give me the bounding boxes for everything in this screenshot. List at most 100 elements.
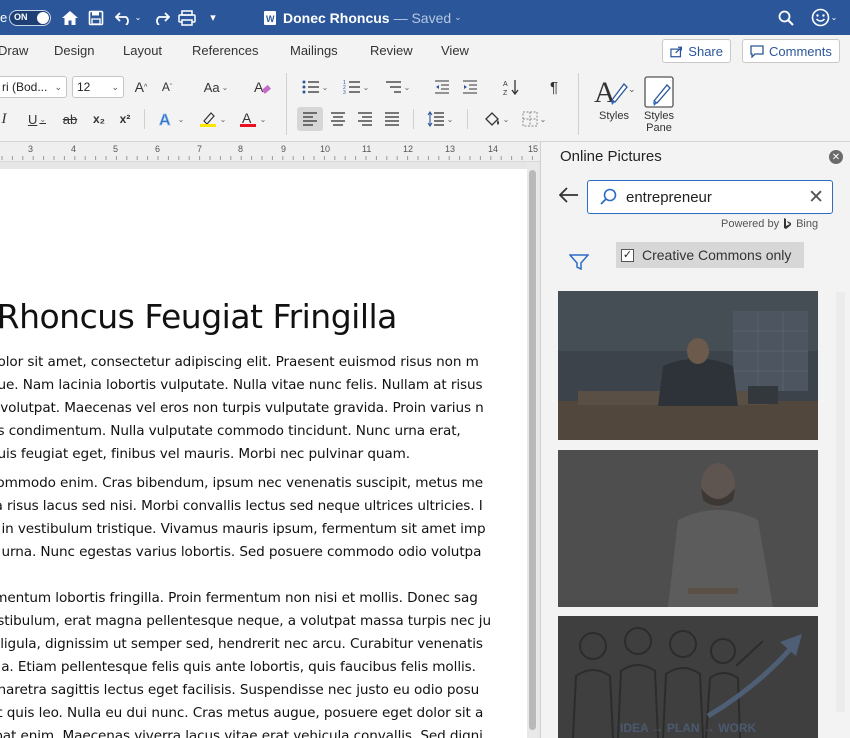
tab-references[interactable]: References <box>192 43 258 58</box>
share-icon <box>670 46 683 57</box>
text-effects-icon[interactable]: A ⌄ <box>156 108 186 130</box>
align-left-button[interactable] <box>297 107 323 131</box>
clear-formatting-icon[interactable]: A <box>252 76 272 98</box>
underline-label: U <box>27 111 38 127</box>
tab-view[interactable]: View <box>441 43 469 58</box>
filter-icon[interactable] <box>568 253 590 276</box>
shrink-font-icon[interactable]: Aˇ <box>159 77 175 97</box>
online-pictures-pane: Online Pictures ✕ ✕ Powered by Bing ✓ Cr… <box>540 142 850 738</box>
ruler-number: 11 <box>362 144 372 154</box>
print-icon[interactable] <box>176 0 198 35</box>
ruler-number: 15 <box>528 144 539 154</box>
body-text-line[interactable]: commodo enim. Cras bibendum, ipsum nec v… <box>0 475 483 491</box>
svg-text:W: W <box>266 14 275 24</box>
close-icon[interactable]: ✕ <box>829 150 843 164</box>
body-text-line[interactable]: dolor sit amet, consectetur adipiscing e… <box>0 354 479 370</box>
body-text-line[interactable]: ra risus lacus sed nisi. Morbi convallis… <box>0 498 483 514</box>
body-text-line[interactable]: us condimentum. Nulla vulputate commodo … <box>0 423 461 439</box>
ruler-number: 13 <box>445 144 456 154</box>
save-icon[interactable] <box>85 0 107 35</box>
numbering-icon[interactable]: 1 2 3 ⌄ <box>339 77 373 97</box>
tab-layout[interactable]: Layout <box>123 43 162 58</box>
body-text-line[interactable]: tpat enim. Maecenas viverra lacus vitae … <box>0 728 483 738</box>
styles-gallery-icon[interactable]: A ⌄ <box>590 71 636 113</box>
document-heading[interactable]: c Rhoncus Feugiat Fringilla <box>0 297 397 336</box>
font-color-icon[interactable]: A ⌄ <box>234 108 270 130</box>
italic-button[interactable]: I <box>0 109 10 129</box>
font-name-select[interactable]: ri (Bod... ⌄ <box>0 76 67 98</box>
autosave-label: e <box>0 10 8 25</box>
undo-icon[interactable]: ⌄ <box>111 0 145 35</box>
image-search-input[interactable] <box>626 189 796 206</box>
back-arrow-icon[interactable] <box>558 186 579 209</box>
tab-review[interactable]: Review <box>370 43 413 58</box>
borders-icon[interactable]: ⌄ <box>516 108 552 130</box>
styles-pane-icon[interactable] <box>641 73 677 111</box>
tab-draw[interactable]: Draw <box>0 43 28 58</box>
creative-commons-checkbox[interactable]: ✓ <box>621 248 634 262</box>
body-text-line[interactable]: s ligula, dignissim ut semper sed, hendr… <box>0 636 483 652</box>
redo-icon[interactable] <box>150 0 172 35</box>
customize-toolbar-icon[interactable]: ▾ <box>202 0 224 35</box>
ruler-number: 4 <box>71 144 77 154</box>
horizontal-ruler[interactable]: 3 4 5 6 7 8 9 10 11 12 13 14 15 <box>0 142 540 162</box>
body-text-line[interactable]: quis feugiat eget, finibus vel mauris. M… <box>0 446 410 462</box>
scrollbar-thumb[interactable] <box>529 170 536 730</box>
svg-text:⌄: ⌄ <box>628 84 634 94</box>
body-text-line[interactable]: rmentum lobortis fringilla. Proin fermen… <box>0 590 478 606</box>
share-button[interactable]: Share <box>662 39 731 63</box>
shading-icon[interactable]: ⌄ <box>478 108 514 130</box>
change-case-button[interactable]: Aa ⌄ <box>198 77 234 97</box>
body-text-line[interactable]: a urna. Nunc egestas varius lobortis. Se… <box>0 544 481 560</box>
align-center-button[interactable] <box>326 107 350 131</box>
image-search-box[interactable]: ✕ <box>587 180 833 214</box>
ribbon-tabs: Draw Design Layout References Mailings R… <box>0 35 850 65</box>
bullets-icon[interactable]: ⌄ <box>298 77 332 97</box>
strikethrough-button[interactable]: ab <box>60 109 80 129</box>
image-result-thumbnail[interactable] <box>558 450 818 607</box>
sort-icon[interactable]: AZ <box>500 76 522 98</box>
svg-text:A: A <box>242 110 252 126</box>
title-bar: e ON ⌄ ▾ W Donec Rhoncus — Saved ⌄ ⌄ <box>0 0 850 35</box>
image-result-thumbnail[interactable]: IDEA → PLAN → WORK <box>558 616 818 738</box>
grow-font-icon[interactable]: A ^ <box>133 77 149 97</box>
creative-commons-filter[interactable]: ✓ Creative Commons only <box>616 242 804 268</box>
search-icon <box>600 188 617 205</box>
body-text-line[interactable]: s volutpat. Maecenas vel eros non turpis… <box>0 400 484 416</box>
autosave-toggle[interactable]: ON <box>9 10 51 26</box>
svg-text:A: A <box>159 112 171 128</box>
image-result-thumbnail[interactable] <box>558 291 818 440</box>
pane-scrollbar[interactable] <box>836 292 845 712</box>
toggle-knob <box>37 12 49 24</box>
body-text-line[interactable]: estibulum, erat magna pellentesque neque… <box>0 613 491 629</box>
increase-indent-icon[interactable] <box>460 77 480 97</box>
body-text-line[interactable]: gue. Nam lacinia lobortis vulputate. Nul… <box>0 377 483 393</box>
tab-mailings[interactable]: Mailings <box>290 43 338 58</box>
feedback-smiley-icon[interactable]: ⌄ <box>808 0 840 35</box>
show-formatting-icon[interactable]: ¶ <box>544 76 564 98</box>
multilevel-list-icon[interactable]: ⌄ <box>380 77 414 97</box>
speaker-man-image <box>558 450 818 607</box>
font-size-select[interactable]: 12 ⌄ <box>72 76 124 98</box>
subscript-button[interactable]: x₂ <box>90 109 108 129</box>
search-icon[interactable] <box>775 0 797 35</box>
line-spacing-icon[interactable]: ⌄ <box>422 108 458 130</box>
body-text-line[interactable]: o in vestibulum tristique. Vivamus mauri… <box>0 521 486 537</box>
comments-button[interactable]: Comments <box>742 39 840 63</box>
highlight-color-icon[interactable]: ⌄ <box>194 108 230 130</box>
autosave-toggle-text: ON <box>14 12 28 22</box>
document-page[interactable]: c Rhoncus Feugiat Fringilla dolor sit am… <box>0 169 530 738</box>
superscript-button[interactable]: x² <box>116 109 134 129</box>
clear-search-icon[interactable]: ✕ <box>808 186 824 209</box>
svg-text:3: 3 <box>343 90 346 94</box>
tab-design[interactable]: Design <box>54 43 94 58</box>
underline-button[interactable]: U ⌄ <box>22 109 52 129</box>
body-text-line[interactable]: et quis leo. Nulla eu dui nunc. Cras met… <box>0 705 483 721</box>
decrease-indent-icon[interactable] <box>432 77 452 97</box>
body-text-line[interactable]: pharetra sagittis lectus eget facilisis.… <box>0 682 479 698</box>
home-icon[interactable] <box>59 0 81 35</box>
justify-button[interactable] <box>380 107 404 131</box>
document-scrollbar[interactable] <box>527 162 538 738</box>
align-right-button[interactable] <box>353 107 377 131</box>
body-text-line[interactable]: ula. Etiam pellentesque felis quis ante … <box>0 659 476 675</box>
